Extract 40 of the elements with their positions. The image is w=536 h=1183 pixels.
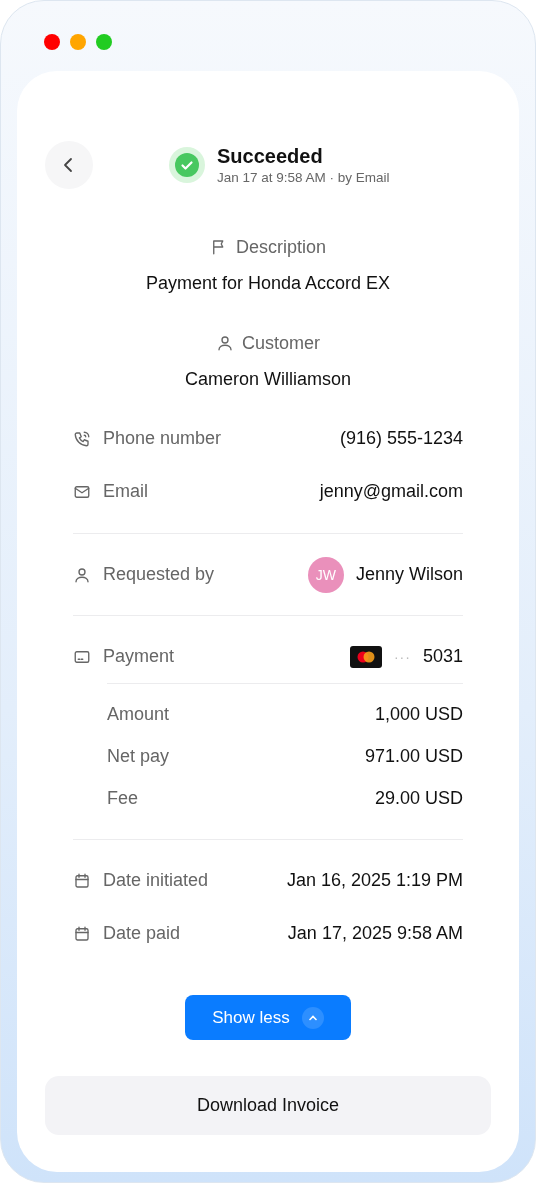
section-label: Description	[235, 236, 326, 258]
status-title: Succeeded	[217, 145, 324, 168]
calendar-icon	[73, 871, 91, 890]
person-icon	[73, 565, 91, 584]
detail-label: Net pay	[107, 745, 170, 767]
detail-value: 1,000 USD	[374, 703, 463, 725]
section-value: Cameron Williamson	[184, 368, 351, 390]
masked-digits: ···	[393, 648, 411, 665]
calendar-icon	[73, 924, 91, 943]
avatar: JW	[307, 556, 344, 593]
detail-label: Fee	[107, 787, 139, 809]
show-less-button[interactable]: Show less	[185, 995, 351, 1040]
detail-value: 29.00 USD	[374, 787, 463, 809]
detail-value: (916) 555-1234	[339, 428, 463, 449]
detail-value: 971.00 USD	[364, 745, 463, 767]
download-invoice-button[interactable]: Download Invoice	[45, 1076, 491, 1135]
phone-icon	[73, 429, 91, 448]
detail-value: Jan 17, 2025 9:58 AM	[287, 923, 463, 944]
window-control[interactable]	[96, 34, 112, 50]
detail-label: Requested by	[103, 564, 215, 585]
person-icon	[216, 334, 234, 352]
section-value: Payment for Honda Accord EX	[145, 272, 391, 294]
detail-value: Jan 16, 2025 1:19 PM	[286, 870, 463, 891]
window-control[interactable]	[70, 34, 86, 50]
detail-label: Date paid	[103, 923, 181, 944]
window-control[interactable]	[44, 34, 60, 50]
detail-label: Email	[103, 481, 148, 502]
detail-label: Amount	[107, 703, 170, 725]
detail-label: Payment	[103, 646, 175, 667]
detail-label: Phone number	[103, 428, 222, 449]
card-last-digits: 5031	[422, 646, 463, 667]
check-icon	[169, 147, 205, 183]
back-button[interactable]	[45, 141, 93, 189]
card-brand-icon	[349, 645, 382, 668]
section-label: Customer	[242, 332, 320, 354]
detail-label: Date initiated	[103, 870, 209, 891]
status-meta: Jan 17 at 9:58 AM · by Email	[217, 170, 390, 185]
requester-name: Jenny Wilson	[355, 564, 463, 585]
chevron-up-icon	[301, 1006, 324, 1029]
detail-value: jenny@gmail.com	[319, 481, 463, 502]
